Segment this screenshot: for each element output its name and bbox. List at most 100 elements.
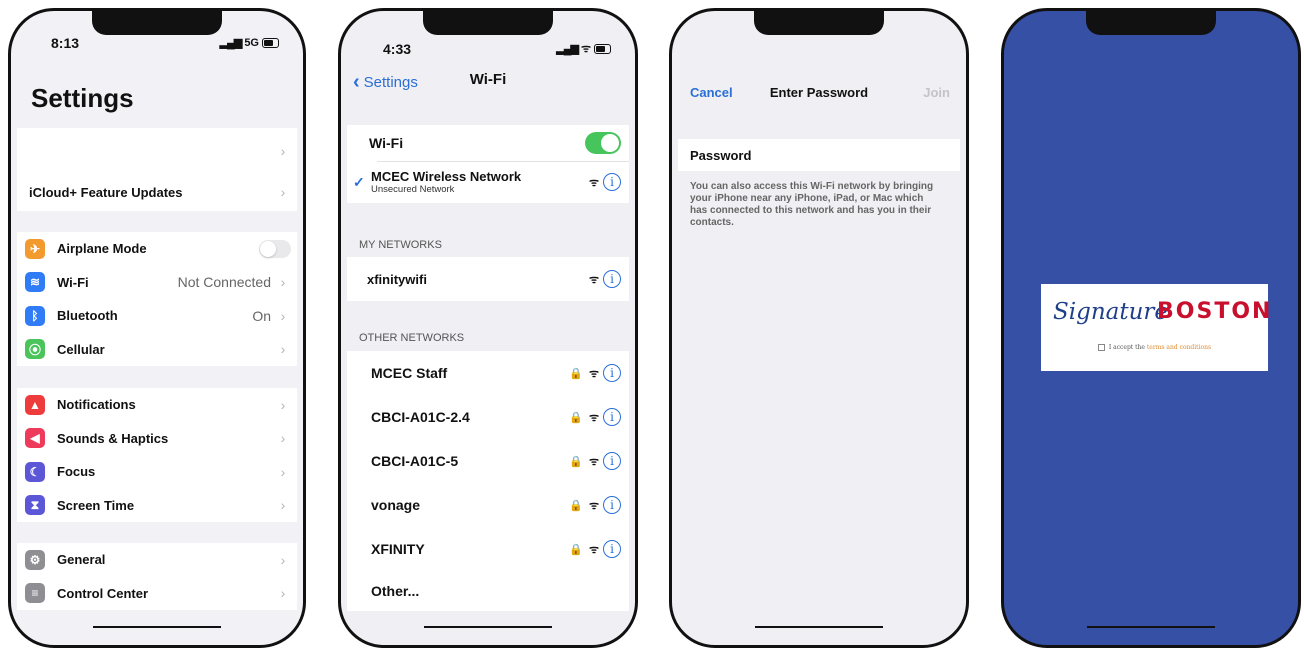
status-time: 8:13 bbox=[51, 35, 80, 51]
password-label: Password bbox=[690, 147, 752, 163]
settings-row-sounds[interactable]: ◀ Sounds & Haptics › bbox=[17, 422, 297, 456]
row-label: Control Center bbox=[57, 585, 148, 601]
info-icon[interactable]: i bbox=[603, 496, 621, 514]
settings-row-airplane-mode[interactable]: ✈ Airplane Mode bbox=[17, 232, 297, 266]
row-label: Notifications bbox=[57, 397, 136, 413]
notch bbox=[92, 11, 222, 35]
network-subtitle: Unsecured Network bbox=[371, 184, 455, 195]
phone-wifi: 4:33 ▂▄▆ ᯤ ‹ Settings Wi-Fi Wi-Fi ✓ MCEC… bbox=[338, 8, 638, 648]
page-title: Enter Password bbox=[769, 85, 869, 100]
page-title: Wi-Fi bbox=[469, 71, 507, 88]
notch bbox=[1086, 11, 1216, 35]
chevron-right-icon: › bbox=[280, 551, 286, 568]
network-name: vonage bbox=[371, 497, 421, 513]
my-networks-group: xfinitywifi ᯤ i bbox=[347, 257, 629, 301]
network-row-mcec-staff[interactable]: MCEC Staff 🔒 ᯤ i bbox=[347, 351, 629, 395]
network-row-connected[interactable]: ✓ MCEC Wireless Network Unsecured Networ… bbox=[347, 161, 629, 203]
terms-acceptance: I accept the terms and conditions bbox=[1041, 344, 1268, 351]
settings-row-focus[interactable]: ☾ Focus › bbox=[17, 455, 297, 489]
settings-row-general[interactable]: ⚙ General › bbox=[17, 543, 297, 577]
home-indicator[interactable] bbox=[424, 626, 552, 628]
battery-icon bbox=[262, 37, 279, 48]
settings-row-cellular[interactable]: ⦿ Cellular › bbox=[17, 333, 297, 367]
wifi-signal-icon: ᯤ bbox=[588, 176, 599, 189]
network-row-vonage[interactable]: vonage 🔒 ᯤ i bbox=[347, 483, 629, 527]
network-name: MCEC Wireless Network bbox=[371, 169, 522, 184]
lock-icon: 🔒 bbox=[569, 455, 583, 468]
wifi-icon: ≋ bbox=[25, 272, 45, 293]
chevron-right-icon: › bbox=[280, 430, 286, 447]
row-label: Sounds & Haptics bbox=[57, 430, 169, 446]
settings-row-bluetooth[interactable]: ᛒ Bluetooth On › bbox=[17, 299, 297, 333]
row-label: Bluetooth bbox=[57, 308, 118, 324]
wifi-toggle-row: Wi-Fi bbox=[347, 125, 629, 161]
wifi-status-icon: ᯤ bbox=[580, 43, 591, 55]
section-header-my-networks: MY NETWORKS bbox=[359, 239, 442, 251]
row-value: Not Connected bbox=[177, 274, 271, 291]
signal-icon: ▂▄▆ bbox=[219, 37, 243, 49]
row-label: Screen Time bbox=[57, 497, 135, 513]
wifi-label: Wi-Fi bbox=[369, 135, 404, 151]
lock-icon: 🔒 bbox=[569, 367, 583, 380]
boston-logo: BOSTON bbox=[1157, 299, 1273, 324]
info-icon[interactable]: i bbox=[603, 452, 621, 470]
row-label: General bbox=[57, 552, 106, 568]
settings-row-control-center[interactable]: ≡ Control Center › bbox=[17, 577, 297, 611]
info-icon[interactable]: i bbox=[603, 364, 621, 382]
bell-icon: ▲ bbox=[25, 394, 45, 415]
phone-enter-password: Cancel Enter Password Join Password You … bbox=[669, 8, 969, 648]
wifi-signal-icon: ᯤ bbox=[588, 411, 599, 424]
info-icon[interactable]: i bbox=[603, 408, 621, 426]
row-label: Wi-Fi bbox=[57, 274, 89, 290]
settings-row-screen-time[interactable]: ⧗ Screen Time › bbox=[17, 489, 297, 523]
info-icon[interactable]: i bbox=[603, 540, 621, 558]
row-label: iCloud+ Feature Updates bbox=[29, 184, 183, 200]
status-icons: ▂▄▆ ᯤ bbox=[556, 41, 611, 56]
network-row-other[interactable]: Other... bbox=[347, 571, 629, 611]
help-text: You can also access this Wi-Fi network b… bbox=[690, 181, 934, 228]
airplane-toggle[interactable] bbox=[259, 239, 291, 258]
speaker-icon: ◀ bbox=[25, 428, 45, 449]
info-icon[interactable]: i bbox=[603, 270, 621, 288]
home-indicator[interactable] bbox=[93, 626, 221, 628]
lock-icon: 🔒 bbox=[569, 499, 583, 512]
bluetooth-icon: ᛒ bbox=[25, 305, 45, 326]
network-name: XFINITY bbox=[371, 541, 425, 557]
home-indicator[interactable] bbox=[1087, 626, 1215, 628]
chevron-right-icon: › bbox=[280, 585, 286, 602]
other-networks-group: MCEC Staff 🔒 ᯤ i CBCI-A01C-2.4 🔒 ᯤ i CBC… bbox=[347, 351, 629, 611]
signature-logo: Signature bbox=[1053, 299, 1169, 325]
settings-group-notifications: ▲ Notifications › ◀ Sounds & Haptics › ☾… bbox=[17, 388, 297, 522]
row-label: Focus bbox=[57, 464, 96, 480]
chevron-right-icon: › bbox=[280, 184, 286, 200]
hourglass-icon: ⧗ bbox=[25, 495, 45, 516]
settings-row-wifi[interactable]: ≋ Wi-Fi Not Connected › bbox=[17, 266, 297, 300]
network-row-cbci-24[interactable]: CBCI-A01C-2.4 🔒 ᯤ i bbox=[347, 395, 629, 439]
network-row-xfinitywifi[interactable]: xfinitywifi ᯤ i bbox=[347, 257, 629, 301]
moon-icon: ☾ bbox=[25, 461, 45, 482]
terms-link[interactable]: terms and conditions bbox=[1147, 344, 1211, 351]
settings-row-notifications[interactable]: ▲ Notifications › bbox=[17, 388, 297, 422]
network-name: CBCI-A01C-2.4 bbox=[371, 409, 470, 425]
join-button[interactable]: Join bbox=[923, 85, 950, 100]
password-field[interactable]: Password bbox=[678, 139, 960, 171]
network-row-cbci-5[interactable]: CBCI-A01C-5 🔒 ᯤ i bbox=[347, 439, 629, 483]
wifi-group: Wi-Fi ✓ MCEC Wireless Network Unsecured … bbox=[347, 125, 629, 203]
signal-icon: ▂▄▆ bbox=[556, 43, 579, 55]
chevron-right-icon: › bbox=[280, 341, 286, 358]
info-icon[interactable]: i bbox=[603, 173, 621, 191]
checkmark-icon: ✓ bbox=[353, 173, 365, 190]
section-header-other-networks: OTHER NETWORKS bbox=[359, 332, 465, 344]
settings-group-connectivity: ✈ Airplane Mode ≋ Wi-Fi Not Connected › … bbox=[17, 232, 297, 366]
network-type: 5G bbox=[244, 36, 259, 49]
wifi-signal-icon: ᯤ bbox=[588, 273, 599, 286]
wifi-signal-icon: ᯤ bbox=[588, 543, 599, 556]
settings-row-profile[interactable]: › bbox=[17, 128, 297, 173]
terms-checkbox[interactable] bbox=[1097, 344, 1105, 351]
page-title: Settings bbox=[31, 83, 134, 113]
network-name: Other... bbox=[371, 583, 420, 599]
network-row-xfinity[interactable]: XFINITY 🔒 ᯤ i bbox=[347, 527, 629, 571]
wifi-toggle[interactable] bbox=[585, 132, 621, 154]
home-indicator[interactable] bbox=[755, 626, 883, 628]
settings-row-icloud-updates[interactable]: iCloud+ Feature Updates › bbox=[17, 173, 297, 211]
